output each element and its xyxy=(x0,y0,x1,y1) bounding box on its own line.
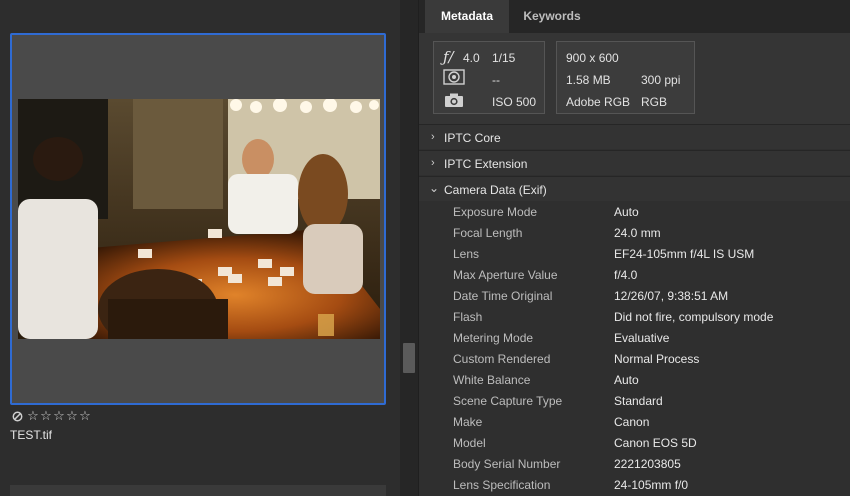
tab-metadata[interactable]: Metadata xyxy=(425,0,509,33)
exif-row: Body Serial Number 2221203805 xyxy=(419,454,850,475)
exif-key: Exposure Mode xyxy=(453,205,538,219)
exif-row: Focal Length 24.0 mm xyxy=(419,223,850,244)
exif-value[interactable]: f/4.0 xyxy=(614,268,637,282)
file-size-value: 1.58 MB xyxy=(566,73,611,87)
exif-row: Exposure Mode Auto xyxy=(419,202,850,223)
chevron-right-icon[interactable]: › xyxy=(431,131,435,143)
exif-row: Metering Mode Evaluative xyxy=(419,328,850,349)
exif-row: Max Aperture Value f/4.0 xyxy=(419,265,850,286)
scroll-thumb[interactable] xyxy=(403,343,415,373)
exif-key: Date Time Original xyxy=(453,289,553,303)
exif-value[interactable]: Canon EOS 5D xyxy=(614,436,697,450)
camera-icon xyxy=(445,93,463,107)
exposure-summary: ƒ/ 4.0 1/15 -- ISO 500 xyxy=(433,41,545,114)
exif-row: Flash Did not fire, compulsory mode xyxy=(419,307,850,328)
section-camera-data[interactable]: ⌄ Camera Data (Exif) xyxy=(419,176,850,201)
exif-key: White Balance xyxy=(453,373,531,387)
iso-value: ISO 500 xyxy=(492,95,537,109)
file-info-area: ƒ/ 4.0 1/15 -- ISO 500 900 x 600 1.58 MB… xyxy=(419,33,850,127)
exif-value[interactable]: Normal Process xyxy=(614,352,699,366)
exif-row: Lens EF24-105mm f/4L IS USM xyxy=(419,244,850,265)
exif-value[interactable]: 2221203805 xyxy=(614,457,681,471)
star-icon[interactable]: ☆ xyxy=(66,409,78,422)
content-scrollbar[interactable] xyxy=(400,0,418,496)
dimensions-value: 900 x 600 xyxy=(566,51,619,65)
exif-key: Model xyxy=(453,436,486,450)
exif-key: Lens xyxy=(453,247,480,261)
shutter-value: 1/15 xyxy=(492,51,516,65)
exif-key: Body Serial Number xyxy=(453,457,561,471)
star-icon[interactable]: ☆ xyxy=(53,409,65,422)
exif-row: Make Canon xyxy=(419,412,850,433)
aperture-value: 4.0 xyxy=(463,51,480,65)
section-iptc-extension[interactable]: › IPTC Extension xyxy=(419,150,850,175)
exif-key: Make xyxy=(453,415,483,429)
color-mode-value: RGB xyxy=(641,95,668,109)
exif-key: Max Aperture Value xyxy=(453,268,558,282)
exif-row: Lens Specification 24-105mm f/0 xyxy=(419,475,850,496)
chevron-down-icon[interactable]: ⌄ xyxy=(429,181,439,195)
panel-tabbar: Metadata Keywords xyxy=(419,0,850,33)
exif-value[interactable]: Canon xyxy=(614,415,649,429)
metering-icon xyxy=(443,69,465,85)
exif-key: Scene Capture Type xyxy=(453,394,563,408)
exif-value[interactable]: Auto xyxy=(614,373,639,387)
exif-value[interactable]: 24-105mm f/0 xyxy=(614,478,688,492)
star-icon[interactable]: ☆ xyxy=(27,409,39,422)
exif-value[interactable]: EF24-105mm f/4L IS USM xyxy=(614,247,754,261)
exif-row: White Balance Auto xyxy=(419,370,850,391)
file-summary: 900 x 600 1.58 MB 300 ppi Adobe RGB RGB xyxy=(556,41,695,114)
reject-icon[interactable] xyxy=(12,411,23,422)
exif-key: Metering Mode xyxy=(453,331,534,345)
thumbnail-card[interactable] xyxy=(10,33,386,405)
exif-row: Custom Rendered Normal Process xyxy=(419,349,850,370)
star-icon[interactable]: ☆ xyxy=(79,409,91,422)
exif-value[interactable]: Evaluative xyxy=(614,331,669,345)
exif-value[interactable]: Standard xyxy=(614,394,663,408)
chevron-right-icon[interactable]: › xyxy=(431,157,435,169)
star-icon[interactable]: ☆ xyxy=(40,409,52,422)
rating-row[interactable]: ☆ ☆ ☆ ☆ ☆ xyxy=(12,409,91,422)
exif-row: Model Canon EOS 5D xyxy=(419,433,850,454)
exif-row: Date Time Original 12/26/07, 9:38:51 AM xyxy=(419,286,850,307)
section-label[interactable]: Camera Data (Exif) xyxy=(444,183,547,197)
metering-value: -- xyxy=(492,73,500,87)
aperture-symbol: ƒ/ xyxy=(443,48,454,66)
exif-key: Focal Length xyxy=(453,226,523,240)
color-profile-value: Adobe RGB xyxy=(566,95,631,109)
content-panel: ☆ ☆ ☆ ☆ ☆ TEST.tif xyxy=(0,0,400,496)
exif-value[interactable]: 24.0 mm xyxy=(614,226,661,240)
exif-value[interactable]: 12/26/07, 9:38:51 AM xyxy=(614,289,728,303)
section-label[interactable]: IPTC Extension xyxy=(444,157,527,171)
exif-row: Scene Capture Type Standard xyxy=(419,391,850,412)
exif-key: Flash xyxy=(453,310,483,324)
resolution-value: 300 ppi xyxy=(641,73,681,87)
thumbnail-filename[interactable]: TEST.tif xyxy=(10,428,52,442)
exif-value[interactable]: Did not fire, compulsory mode xyxy=(614,310,773,324)
section-label[interactable]: IPTC Core xyxy=(444,131,501,145)
photo-thumbnail[interactable] xyxy=(18,99,380,339)
exif-value[interactable]: Auto xyxy=(614,205,639,219)
metadata-panel: Metadata Keywords ƒ/ 4.0 1/15 -- ISO 500… xyxy=(418,0,850,496)
exif-key: Custom Rendered xyxy=(453,352,551,366)
section-iptc-core[interactable]: › IPTC Core xyxy=(419,124,850,149)
tab-keywords[interactable]: Keywords xyxy=(511,0,593,33)
exif-key: Lens Specification xyxy=(453,478,551,492)
next-thumbnail-card[interactable] xyxy=(10,485,386,496)
